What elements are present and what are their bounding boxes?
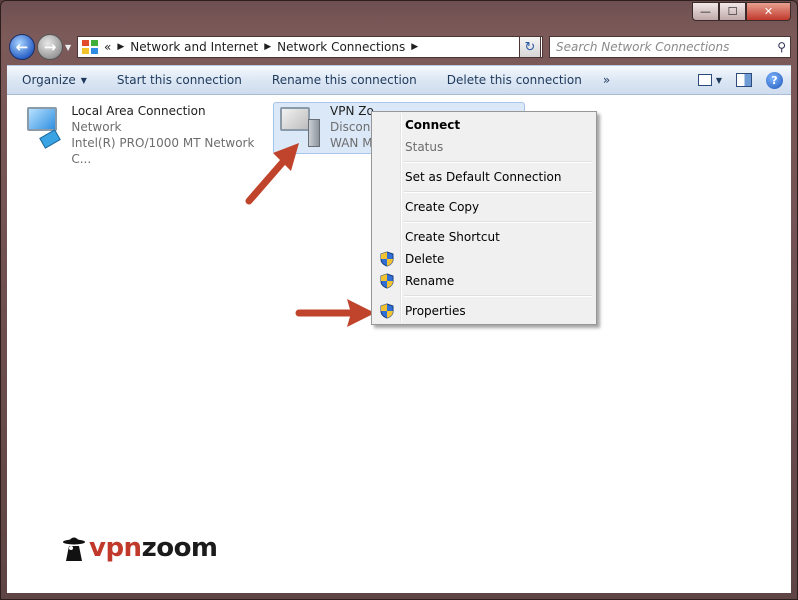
close-button[interactable]: ✕: [746, 2, 791, 21]
menu-item-label: Delete: [405, 252, 445, 266]
refresh-button[interactable]: ↻: [519, 36, 541, 58]
menu-separator: [404, 188, 594, 196]
menu-separator: [404, 218, 594, 226]
address-row: ← → ▼ « ▶ Network and Internet ▶ Network…: [7, 31, 791, 65]
command-bar: Organize ▼ Start this connection Rename …: [7, 65, 791, 95]
uac-shield-icon: [380, 251, 394, 267]
explorer-window: — ☐ ✕ ← → ▼ « ▶ Network and Internet ▶ N…: [0, 0, 798, 600]
pointer-arrow-icon: [295, 299, 375, 327]
view-dropdown-icon[interactable]: ▼: [716, 76, 722, 85]
caption-buttons: — ☐ ✕: [692, 2, 791, 21]
pointer-arrow-icon: [245, 143, 299, 205]
network-adapter-icon: [21, 103, 67, 151]
change-view-icon[interactable]: [697, 74, 712, 86]
chevron-right-icon[interactable]: ▶: [264, 42, 271, 52]
menu-item-status: Status: [405, 140, 444, 154]
view-controls: ▼ ?: [694, 71, 791, 89]
address-bar[interactable]: « ▶ Network and Internet ▶ Network Conne…: [77, 36, 543, 58]
uac-shield-icon: [380, 273, 394, 289]
chevron-down-icon: ▼: [80, 75, 87, 85]
monitor-shape: [280, 107, 310, 131]
delete-connection-button[interactable]: Delete this connection: [432, 65, 597, 95]
organize-label: Organize: [22, 73, 76, 87]
menu-separator: [404, 158, 594, 166]
connection-status: Network: [71, 120, 122, 134]
vpnzoom-logo: vpn zoom: [61, 533, 218, 563]
breadcrumb-network-and-internet[interactable]: Network and Internet: [130, 40, 258, 54]
preview-pane-icon[interactable]: [736, 73, 752, 87]
menu-item-connect[interactable]: Connect: [374, 114, 594, 136]
uac-shield-icon: [380, 303, 394, 319]
menu-item-create-copy[interactable]: Create Copy: [374, 196, 594, 218]
search-icon[interactable]: ⚲: [777, 40, 786, 54]
breadcrumb: ▶ Network and Internet ▶ Network Connect…: [111, 40, 424, 54]
menu-item-delete[interactable]: Delete: [374, 248, 594, 270]
search-placeholder: Search Network Connections: [556, 40, 730, 54]
menu-item-label: Rename: [405, 274, 455, 288]
start-connection-button[interactable]: Start this connection: [102, 65, 257, 95]
control-panel-icon: [82, 40, 98, 54]
menu-separator: [404, 292, 594, 300]
forward-button[interactable]: →: [37, 34, 63, 60]
rename-connection-button[interactable]: Rename this connection: [257, 65, 432, 95]
menu-item-rename[interactable]: Rename: [374, 270, 594, 292]
help-icon[interactable]: ?: [766, 71, 783, 89]
breadcrumb-network-connections[interactable]: Network Connections: [277, 40, 405, 54]
chevron-right-icon[interactable]: ▶: [411, 42, 418, 52]
list-item-local-area-connection[interactable]: Local Area Connection Network Intel(R) P…: [21, 103, 271, 166]
menu-item-set-default[interactable]: Set as Default Connection: [374, 166, 594, 188]
menu-item-create-shortcut[interactable]: Create Shortcut: [374, 226, 594, 248]
connection-name: Local Area Connection: [71, 104, 206, 118]
server-shape: [308, 119, 320, 147]
logo-zoom: zoom: [141, 533, 218, 563]
maximize-button[interactable]: ☐: [719, 2, 746, 21]
logo-vpn: vpn: [89, 533, 142, 563]
more-commands-button[interactable]: »: [597, 65, 616, 95]
chevron-right-icon: ▶: [117, 42, 125, 52]
organize-button[interactable]: Organize ▼: [7, 65, 102, 95]
monitor-shape: [27, 107, 57, 131]
minimize-button[interactable]: —: [692, 2, 719, 21]
cable-shape: [39, 129, 61, 149]
context-menu: Connect Status Set as Default Connection…: [371, 111, 597, 325]
back-button[interactable]: ←: [9, 34, 35, 60]
menu-item-properties[interactable]: Properties: [374, 300, 594, 322]
recent-pages-dropdown-icon[interactable]: ▼: [65, 43, 71, 52]
menu-item-label: Properties: [405, 304, 466, 318]
breadcrumb-overflow[interactable]: «: [104, 40, 111, 54]
search-input[interactable]: Search Network Connections ⚲: [549, 36, 791, 58]
spy-icon: [63, 537, 85, 561]
